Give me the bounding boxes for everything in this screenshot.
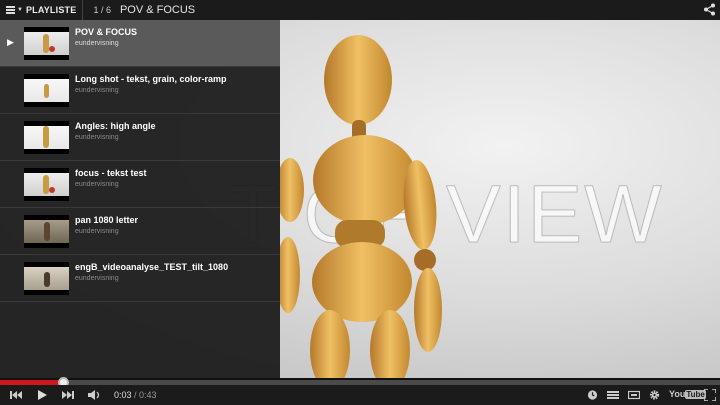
youtube-logo-you: You [669, 389, 686, 399]
playlist-item[interactable]: focus - tekst test eundervisning [0, 161, 280, 208]
caret-down-icon: ▼ [17, 7, 23, 13]
volume-icon[interactable] [88, 389, 102, 401]
play-icon[interactable] [37, 389, 48, 401]
playlist-item-channel: eundervisning [75, 87, 119, 94]
playlist-label: PLAYLISTE [25, 5, 77, 15]
playlist-item-title: pan 1080 letter [75, 215, 139, 225]
playlist-list-icon [6, 6, 15, 14]
playlist-item-title: engB_videoanalyse_TEST_tilt_1080 [75, 262, 229, 272]
playlist-item-channel: eundervisning [75, 40, 119, 47]
playlist-item-title: Angles: high angle [75, 121, 156, 131]
playlist-panel: ▶ POV & FOCUS eundervisning Long shot - … [0, 20, 280, 378]
playlist-top-bar: ▼ PLAYLISTE 1 / 6 POV & FOCUS [0, 0, 720, 20]
time-display: 0:03 / 0:43 [114, 390, 157, 400]
next-icon[interactable] [62, 389, 74, 401]
video-title[interactable]: POV & FOCUS [120, 4, 195, 16]
now-playing-icon: ▶ [7, 37, 14, 47]
playlist-item[interactable]: pan 1080 letter eundervisning [0, 208, 280, 255]
time-separator: / [131, 390, 140, 400]
playlist-item-channel: eundervisning [75, 134, 119, 141]
duration: 0:43 [139, 390, 157, 400]
playlist-item-title: focus - tekst test [75, 168, 147, 178]
youtube-logo[interactable]: You Tube [669, 389, 706, 399]
wooden-mannequin-figure [280, 35, 442, 378]
settings-gear-icon[interactable] [648, 389, 661, 401]
player-controls: 0:03 / 0:43 You Tube [0, 385, 720, 405]
playlist-item-title: Long shot - tekst, grain, color-ramp [75, 74, 227, 84]
playlist-item-channel: eundervisning [75, 275, 119, 282]
video-thumbnail [24, 121, 69, 154]
playlist-item[interactable]: ▶ POV & FOCUS eundervisning [0, 20, 280, 67]
playlist-item-title: POV & FOCUS [75, 27, 138, 37]
video-thumbnail [24, 215, 69, 248]
share-icon[interactable] [703, 3, 716, 16]
playlist-item[interactable]: Angles: high angle eundervisning [0, 114, 280, 161]
playlist-position: 1 / 6 [93, 5, 111, 15]
previous-icon[interactable] [10, 389, 22, 401]
youtube-logo-tube: Tube [685, 389, 706, 399]
video-thumbnail [24, 74, 69, 107]
video-thumbnail [24, 168, 69, 201]
fullscreen-icon[interactable] [704, 389, 716, 401]
playlist-item-channel: eundervisning [75, 228, 119, 235]
current-time: 0:03 [114, 390, 132, 400]
playlist-toggle-button[interactable]: ▼ PLAYLISTE [0, 0, 84, 20]
playlist-item[interactable]: engB_videoanalyse_TEST_tilt_1080 eunderv… [0, 255, 280, 302]
video-thumbnail [24, 262, 69, 295]
annotations-icon[interactable] [628, 389, 640, 401]
video-thumbnail [24, 27, 69, 60]
playlist-icon[interactable] [607, 389, 619, 401]
playlist-item[interactable]: Long shot - tekst, grain, color-ramp eun… [0, 67, 280, 114]
playlist-item-channel: eundervisning [75, 181, 119, 188]
watch-later-clock-icon[interactable] [587, 389, 598, 401]
